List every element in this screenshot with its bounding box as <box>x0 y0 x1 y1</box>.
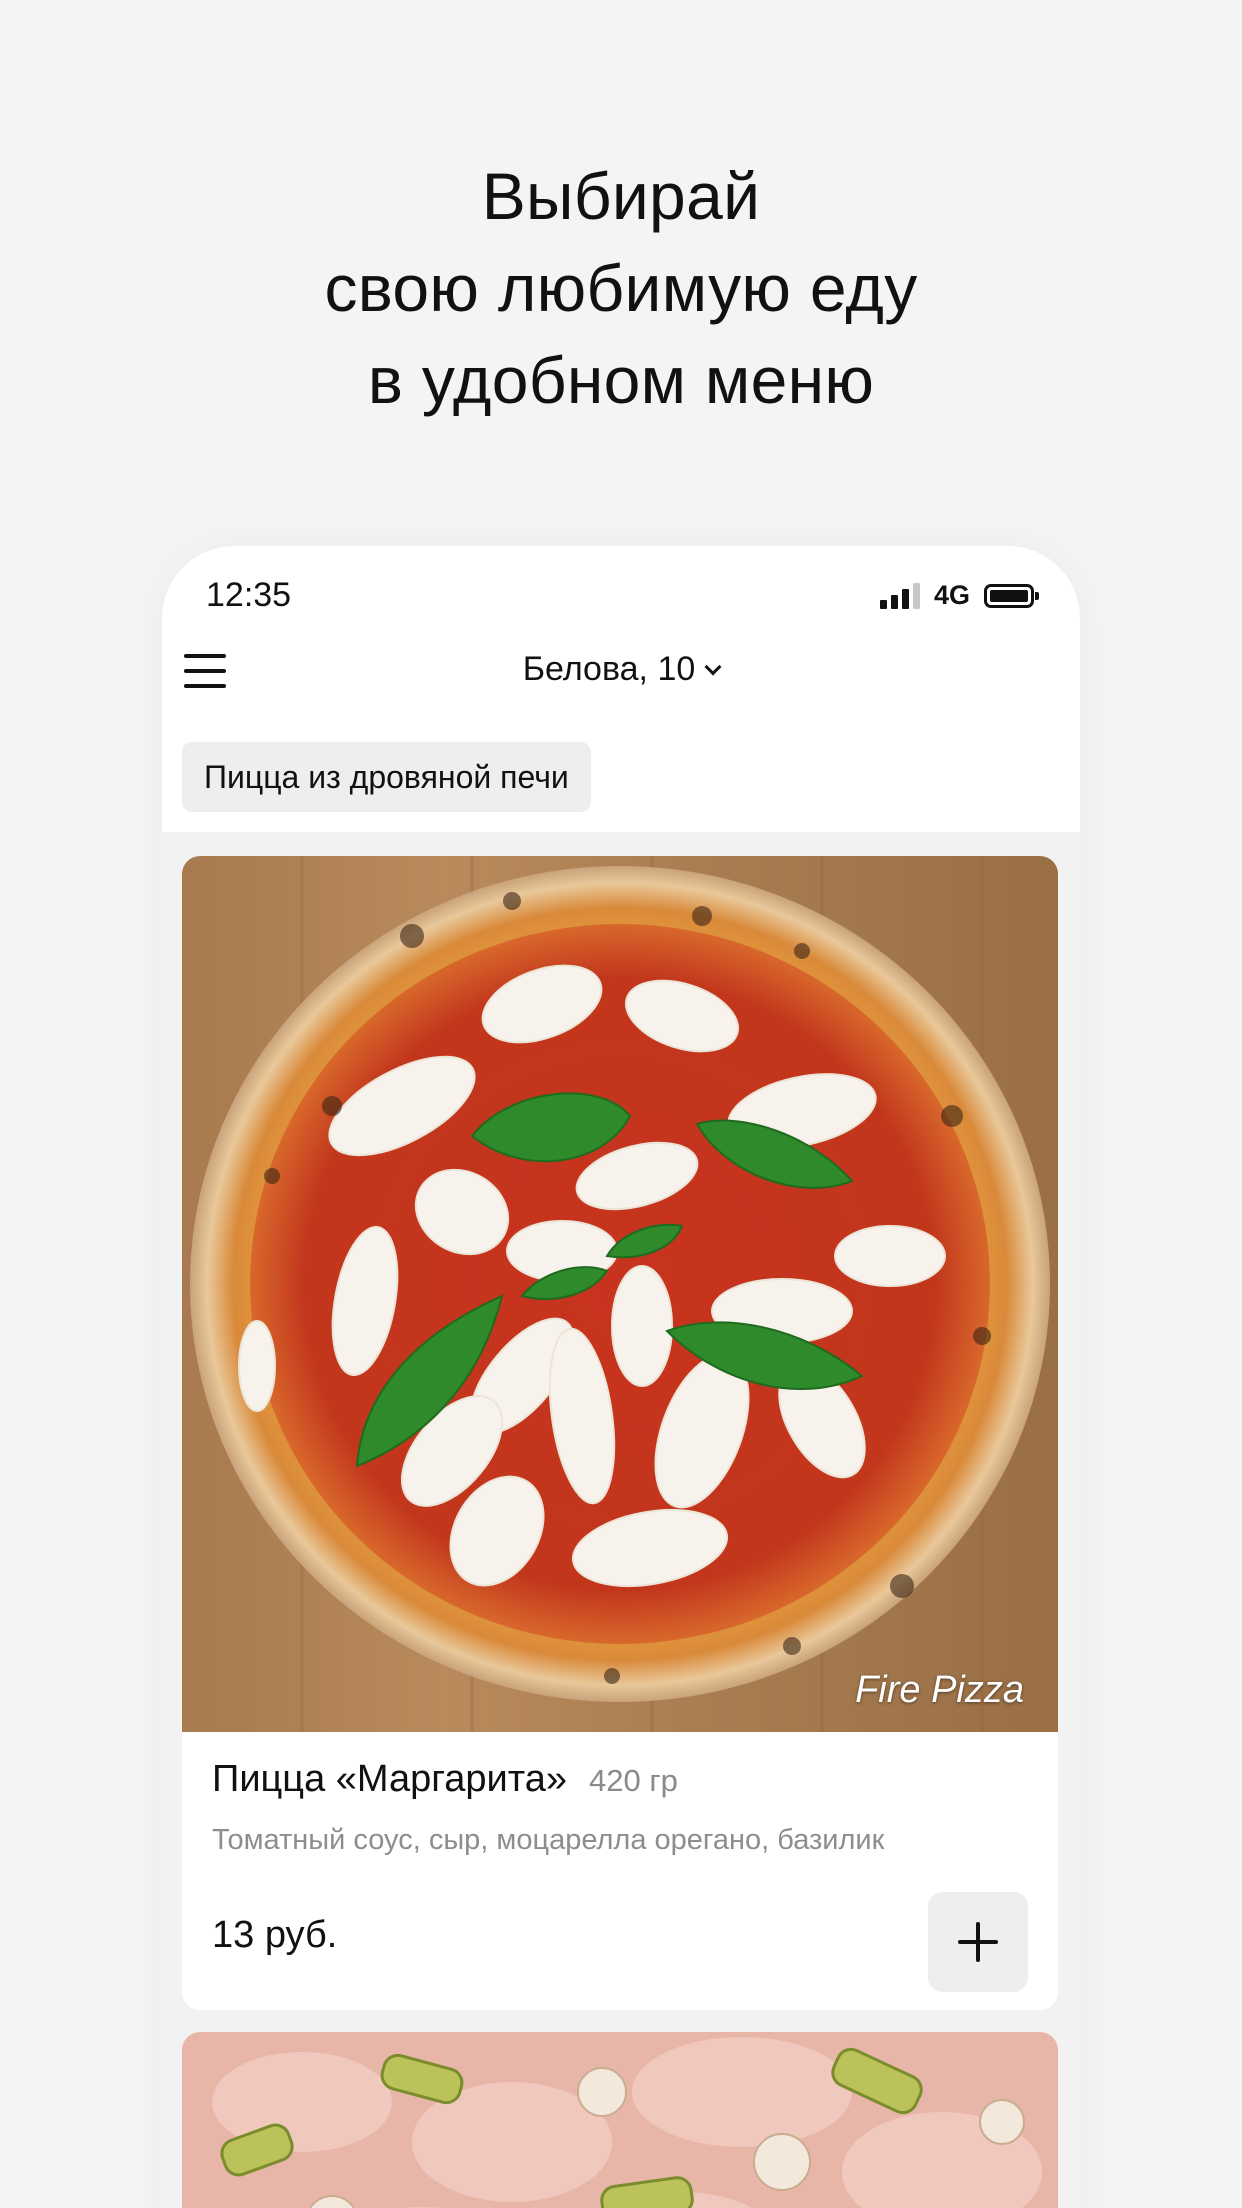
chevron-down-icon <box>704 658 722 676</box>
product-weight: 420 гр <box>589 1763 678 1798</box>
signal-icon <box>879 582 920 609</box>
statusbar-time: 12:35 <box>206 576 292 614</box>
product-description: Томатный соус, сыр, моцарелла орегано, б… <box>212 1824 885 1856</box>
image-watermark: Fire Pizza <box>855 1669 1024 1711</box>
add-to-cart-button[interactable] <box>928 1892 1028 1992</box>
product-card[interactable]: Fire Pizza Пицца «Маргарита» 420 гр Тома… <box>182 856 1058 2010</box>
promo-screen: Выбирай свою любимую еду в удобном меню … <box>0 0 1242 2208</box>
pizza-photo-next <box>182 2032 1058 2208</box>
headline-line-2: свою любимую еду <box>324 251 918 325</box>
location-selector[interactable]: Белова, 10 <box>162 650 1080 689</box>
product-title-row: Пицца «Маргарита» 420 гр <box>212 1758 678 1801</box>
location-label: Белова, 10 <box>522 650 696 688</box>
product-card-next[interactable] <box>182 2032 1058 2208</box>
promo-headline: Выбирай свою любимую еду в удобном меню <box>0 150 1242 426</box>
pizza-photo <box>182 856 1058 1732</box>
product-price: 13 руб. <box>212 1914 338 1956</box>
category-chip-wood-oven-pizza[interactable]: Пицца из дровяной печи <box>182 742 591 812</box>
network-type: 4G <box>933 580 970 610</box>
headline-line-1: Выбирай <box>481 159 761 233</box>
phone-mockup: 12:35 4G Белова, 10 Пицца из дровяной пе… <box>162 546 1080 2208</box>
product-image[interactable]: Fire Pizza <box>182 856 1058 1732</box>
product-title: Пицца «Маргарита» <box>212 1758 568 1800</box>
headline-line-3: в удобном меню <box>367 343 875 417</box>
statusbar-indicators: 4G <box>879 580 1039 611</box>
battery-icon <box>984 583 1039 608</box>
